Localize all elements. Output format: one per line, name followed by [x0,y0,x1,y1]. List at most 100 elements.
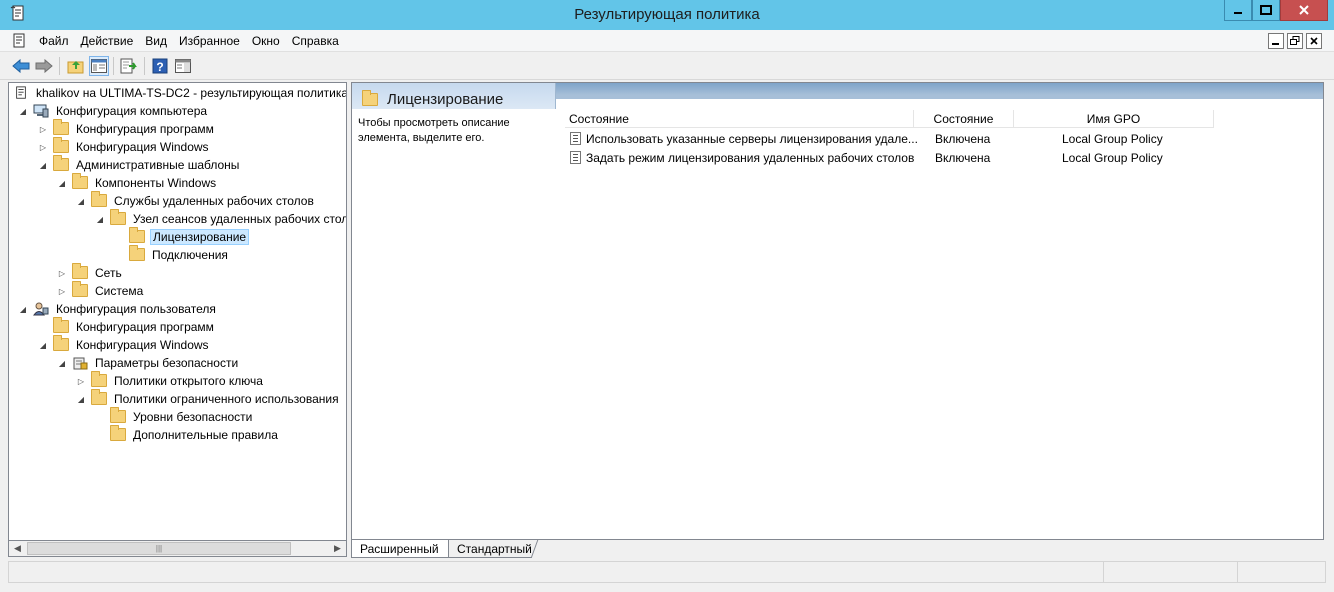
tree-root[interactable]: khalikov на ULTIMA-TS-DC2 - результирующ… [13,84,346,102]
show-hide-tree-button[interactable] [89,56,109,76]
collapse-arrow-icon[interactable]: ◢ [37,339,49,351]
toolbar-separator [59,57,60,75]
tree-node-session-host[interactable]: ◢ Узел сеансов удаленных рабочих столов [94,209,346,228]
menu-action[interactable]: Действие [75,34,140,48]
tree-node-system[interactable]: ▷ Система [56,281,145,300]
details-pane: Лицензирование Чтобы просмотреть описани… [351,82,1324,540]
tree-node-public-key-policies[interactable]: ▷ Политики открытого ключа [75,371,265,390]
expand-arrow-icon[interactable]: ▷ [37,123,49,135]
tree-node-software-restriction-policies[interactable]: ◢ Политики ограниченного использования [75,389,341,408]
folder-up-icon [67,61,84,74]
close-button[interactable] [1280,0,1328,21]
show-action-pane-button[interactable] [173,56,193,76]
list-item[interactable]: Использовать указанные серверы лицензиро… [565,129,1163,148]
window-edge [1327,82,1334,560]
tree-node-admin-templates[interactable]: ◢ Административные шаблоны [37,155,241,174]
status-section [1237,562,1238,582]
collapse-arrow-icon[interactable]: ◢ [94,213,106,225]
scroll-left-arrow-icon[interactable]: ◀ [9,541,26,556]
folder-icon [72,173,88,189]
menu-help[interactable]: Справка [286,34,345,48]
folder-icon [91,389,107,405]
collapse-arrow-icon[interactable]: ◢ [37,159,49,171]
tree-node-remote-desktop-services[interactable]: ◢ Службы удаленных рабочих столов [75,191,316,210]
tree-node-security-settings[interactable]: ◢ Параметры безопасности [56,354,240,372]
collapse-arrow-icon[interactable]: ◢ [56,357,68,369]
tree-node-licensing[interactable]: Лицензирование [113,227,250,246]
collapse-arrow-icon[interactable]: ◢ [75,195,87,207]
tree-node-user-windows-settings[interactable]: ◢ Конфигурация Windows [37,335,211,354]
toolbar-separator [144,57,145,75]
tree-node-software-settings[interactable]: ▷ Конфигурация программ [37,119,216,138]
list-header: Состояние Состояние Имя GPO [565,110,1214,128]
description-text: Чтобы просмотреть описание элемента, выд… [358,117,510,144]
collapse-arrow-icon[interactable]: ◢ [17,105,29,117]
details-title-tab: Лицензирование [352,83,556,109]
child-close-button[interactable] [1306,33,1322,49]
security-icon [73,357,88,370]
console-tree[interactable]: khalikov на ULTIMA-TS-DC2 - результирующ… [8,82,347,557]
tree-node-user-software-settings[interactable]: Конфигурация программ [37,317,216,336]
folder-icon [53,119,69,135]
menu-bar: Файл Действие Вид Избранное Окно Справка [0,30,1334,52]
scroll-right-arrow-icon[interactable]: ▶ [329,541,346,556]
console-tree-icon [91,59,107,73]
folder-icon [362,90,378,106]
tree-horizontal-scrollbar[interactable]: ◀ ||| ▶ [8,540,347,557]
toolbar-separator [113,57,114,75]
list-item[interactable]: Задать режим лицензирования удаленных ра… [565,148,1163,167]
menu-file[interactable]: Файл [33,34,75,48]
users-icon [33,302,49,316]
tree-node-network[interactable]: ▷ Сеть [56,263,124,282]
expand-arrow-icon[interactable]: ▷ [75,375,87,387]
menu-favorites[interactable]: Избранное [173,34,246,48]
tree-node-windows-components[interactable]: ◢ Компоненты Windows [56,173,218,192]
folder-icon [110,209,126,225]
maximize-button[interactable] [1252,0,1280,21]
computer-icon [33,104,49,118]
help-button[interactable]: ? [150,56,170,76]
folder-icon [129,245,145,261]
export-list-button[interactable] [119,56,139,76]
folder-icon [72,263,88,279]
details-title: Лицензирование [387,91,504,108]
tree-node-windows-settings[interactable]: ▷ Конфигурация Windows [37,137,211,156]
menu-view[interactable]: Вид [139,34,173,48]
close-icon [1310,37,1318,45]
menu-window[interactable]: Окно [246,34,286,48]
up-one-level-button[interactable] [66,56,86,76]
document-window-icon[interactable] [11,33,27,49]
window-title: Результирующая политика [574,6,760,23]
tree-node-additional-rules[interactable]: Дополнительные правила [94,425,280,444]
restore-icon [1290,36,1300,45]
child-minimize-button[interactable] [1268,33,1284,49]
tree-node-computer-configuration[interactable]: ◢ Конфигурация компьютера [17,102,209,120]
toolbar: ? [0,52,1334,80]
minimize-button[interactable] [1224,0,1252,21]
collapse-arrow-icon[interactable]: ◢ [17,303,29,315]
forward-arrow-icon [35,59,53,73]
scrollbar-thumb[interactable]: ||| [27,542,291,555]
tab-standard[interactable]: Стандартный [445,540,539,558]
column-header-gpo[interactable]: Имя GPO [1014,110,1214,128]
folder-icon [129,227,145,243]
folder-icon [53,317,69,333]
tree-node-security-levels[interactable]: Уровни безопасности [94,407,254,426]
expand-arrow-icon[interactable]: ▷ [37,141,49,153]
tree-node-connections[interactable]: Подключения [113,245,230,264]
tree-node-user-configuration[interactable]: ◢ Конфигурация пользователя [17,300,218,318]
folder-icon [53,155,69,171]
action-pane-icon [175,59,191,73]
child-restore-button[interactable] [1287,33,1303,49]
tab-extended[interactable]: Расширенный [351,540,449,558]
collapse-arrow-icon[interactable]: ◢ [75,393,87,405]
collapse-arrow-icon[interactable]: ◢ [56,177,68,189]
column-header-setting[interactable]: Состояние [565,110,914,128]
column-header-state[interactable]: Состояние [914,110,1014,128]
back-button[interactable] [11,56,31,76]
forward-button[interactable] [34,56,54,76]
minimize-icon [1234,12,1242,14]
expand-arrow-icon[interactable]: ▷ [56,285,68,297]
export-icon [120,58,137,74]
expand-arrow-icon[interactable]: ▷ [56,267,68,279]
